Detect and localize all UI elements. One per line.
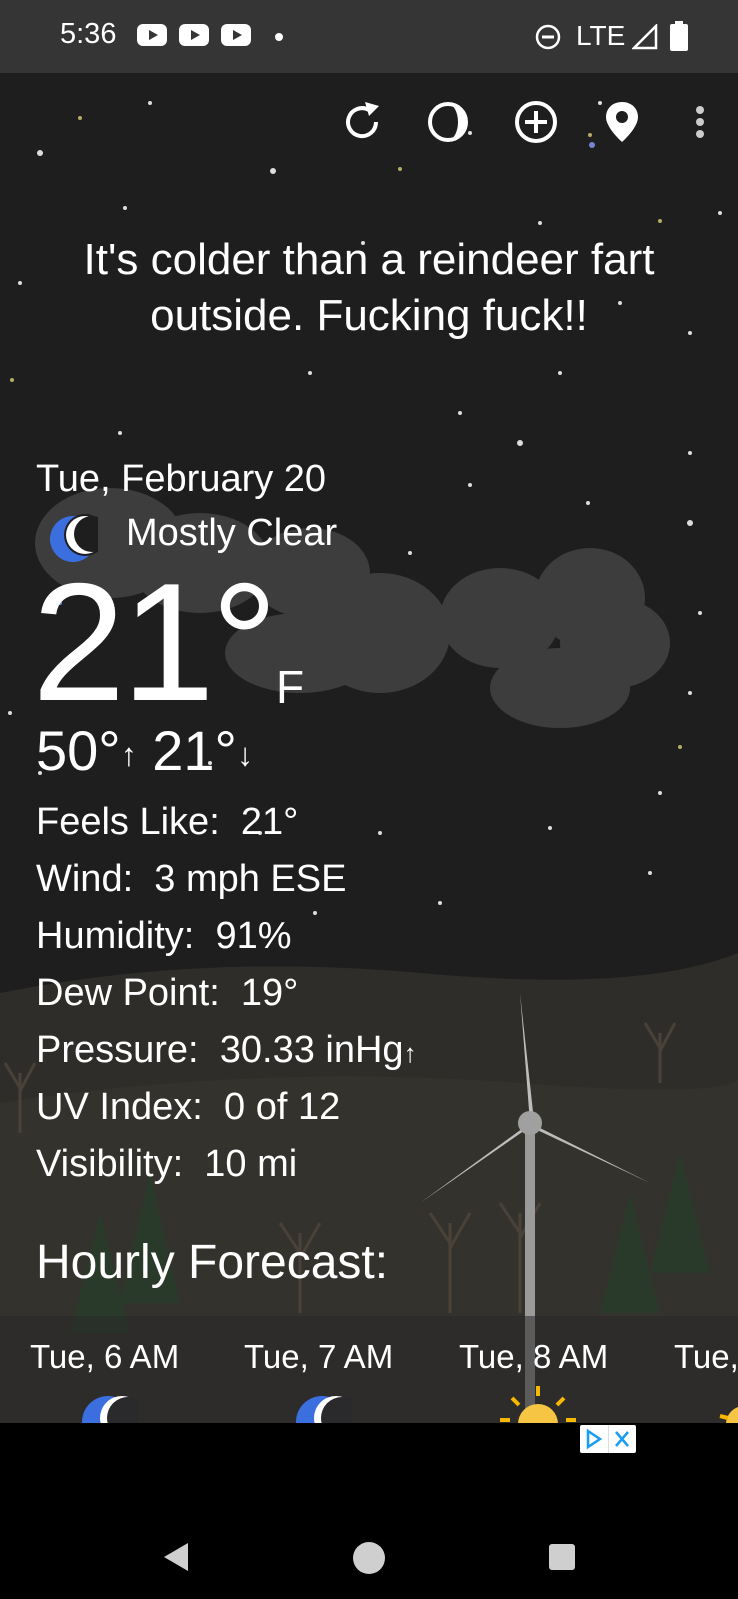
navigation-bar — [0, 1527, 738, 1599]
location-pin-icon[interactable] — [596, 96, 648, 148]
hourly-item[interactable]: Tue, 6 AM — [30, 1338, 179, 1376]
do-not-disturb-icon — [535, 24, 561, 50]
sun-icon — [719, 1407, 738, 1424]
detail-wind: Wind: 3 mph ESE — [36, 857, 346, 901]
sun-icon — [500, 1386, 576, 1424]
detail-value: 91% — [215, 915, 292, 957]
moon-icon — [82, 1396, 138, 1424]
detail-visibility: Visibility: 10 mi — [36, 1142, 297, 1186]
headline: It's colder than a reindeer fart outside… — [83, 235, 655, 340]
high-low: 50°↑ 21°↓ — [36, 718, 253, 783]
detail-label: Dew Point: — [36, 972, 220, 1014]
moon-phase-icon[interactable] — [422, 96, 474, 148]
hourly-item[interactable]: Tue, — [674, 1338, 738, 1376]
low-temp: 21° — [152, 719, 237, 782]
more-notifications-icon — [275, 33, 283, 41]
add-location-icon[interactable] — [510, 96, 562, 148]
hourly-time: Tue, — [674, 1338, 738, 1375]
youtube-notification-icon — [137, 24, 167, 46]
detail-label: Feels Like: — [36, 801, 220, 843]
temperature-unit: F — [276, 661, 305, 713]
arrow-down-icon: ↓ — [236, 736, 253, 773]
detail-value: 21° — [240, 801, 299, 843]
detail-value: 0 of 12 — [224, 1086, 341, 1128]
status-bar: 5:36 LTE — [0, 0, 738, 73]
arrow-up-icon: ↑ — [120, 736, 137, 773]
youtube-notification-icon — [221, 24, 251, 46]
recents-icon[interactable] — [548, 1543, 576, 1571]
hourly-time: Tue, 6 AM — [30, 1338, 180, 1375]
hourly-time: Tue, 8 AM — [459, 1338, 609, 1375]
detail-value: 3 mph ESE — [154, 858, 347, 900]
detail-value: 30.33 inHg — [219, 1029, 404, 1071]
hourly-forecast-list[interactable]: Tue, 6 AM Tue, 7 AM Tue, 8 AM Tue, — [0, 1316, 738, 1424]
detail-feels-like: Feels Like: 21° — [36, 800, 298, 844]
home-icon[interactable] — [352, 1541, 386, 1575]
youtube-notification-icon — [179, 24, 209, 46]
detail-dew-point: Dew Point: 19° — [36, 971, 298, 1015]
battery-icon — [670, 21, 688, 51]
current-date: Tue, February 20 — [36, 458, 327, 500]
hourly-item[interactable]: Tue, 8 AM — [459, 1338, 608, 1376]
hourly-forecast-title: Hourly Forecast: — [36, 1236, 389, 1289]
refresh-icon[interactable] — [336, 96, 388, 148]
detail-label: Visibility: — [36, 1143, 184, 1185]
detail-humidity: Humidity: 91% — [36, 914, 292, 958]
detail-uv-index: UV Index: 0 of 12 — [36, 1085, 340, 1129]
arrow-up-icon: ↑ — [403, 1038, 417, 1068]
hourly-time: Tue, 7 AM — [244, 1338, 394, 1375]
hourly-item[interactable]: Tue, 7 AM — [244, 1338, 393, 1376]
detail-value: 19° — [240, 972, 299, 1014]
more-vert-icon[interactable] — [680, 96, 720, 148]
ad-choices-badge[interactable] — [580, 1425, 636, 1453]
detail-label: Pressure: — [36, 1029, 199, 1071]
detail-value: 10 mi — [204, 1143, 298, 1185]
signal-icon — [632, 24, 658, 50]
detail-label: Wind: — [36, 858, 134, 900]
detail-label: UV Index: — [36, 1086, 203, 1128]
detail-label: Humidity: — [36, 915, 195, 957]
network-type: LTE — [576, 20, 626, 51]
back-icon[interactable] — [160, 1541, 192, 1573]
status-time: 5:36 — [60, 18, 117, 50]
moon-icon — [296, 1396, 352, 1424]
detail-pressure: Pressure: 30.33 inHg↑ — [36, 1028, 417, 1075]
high-temp: 50° — [36, 719, 121, 782]
ad-choices-icon[interactable] — [580, 1425, 636, 1453]
current-temperature: 21° — [32, 548, 278, 736]
